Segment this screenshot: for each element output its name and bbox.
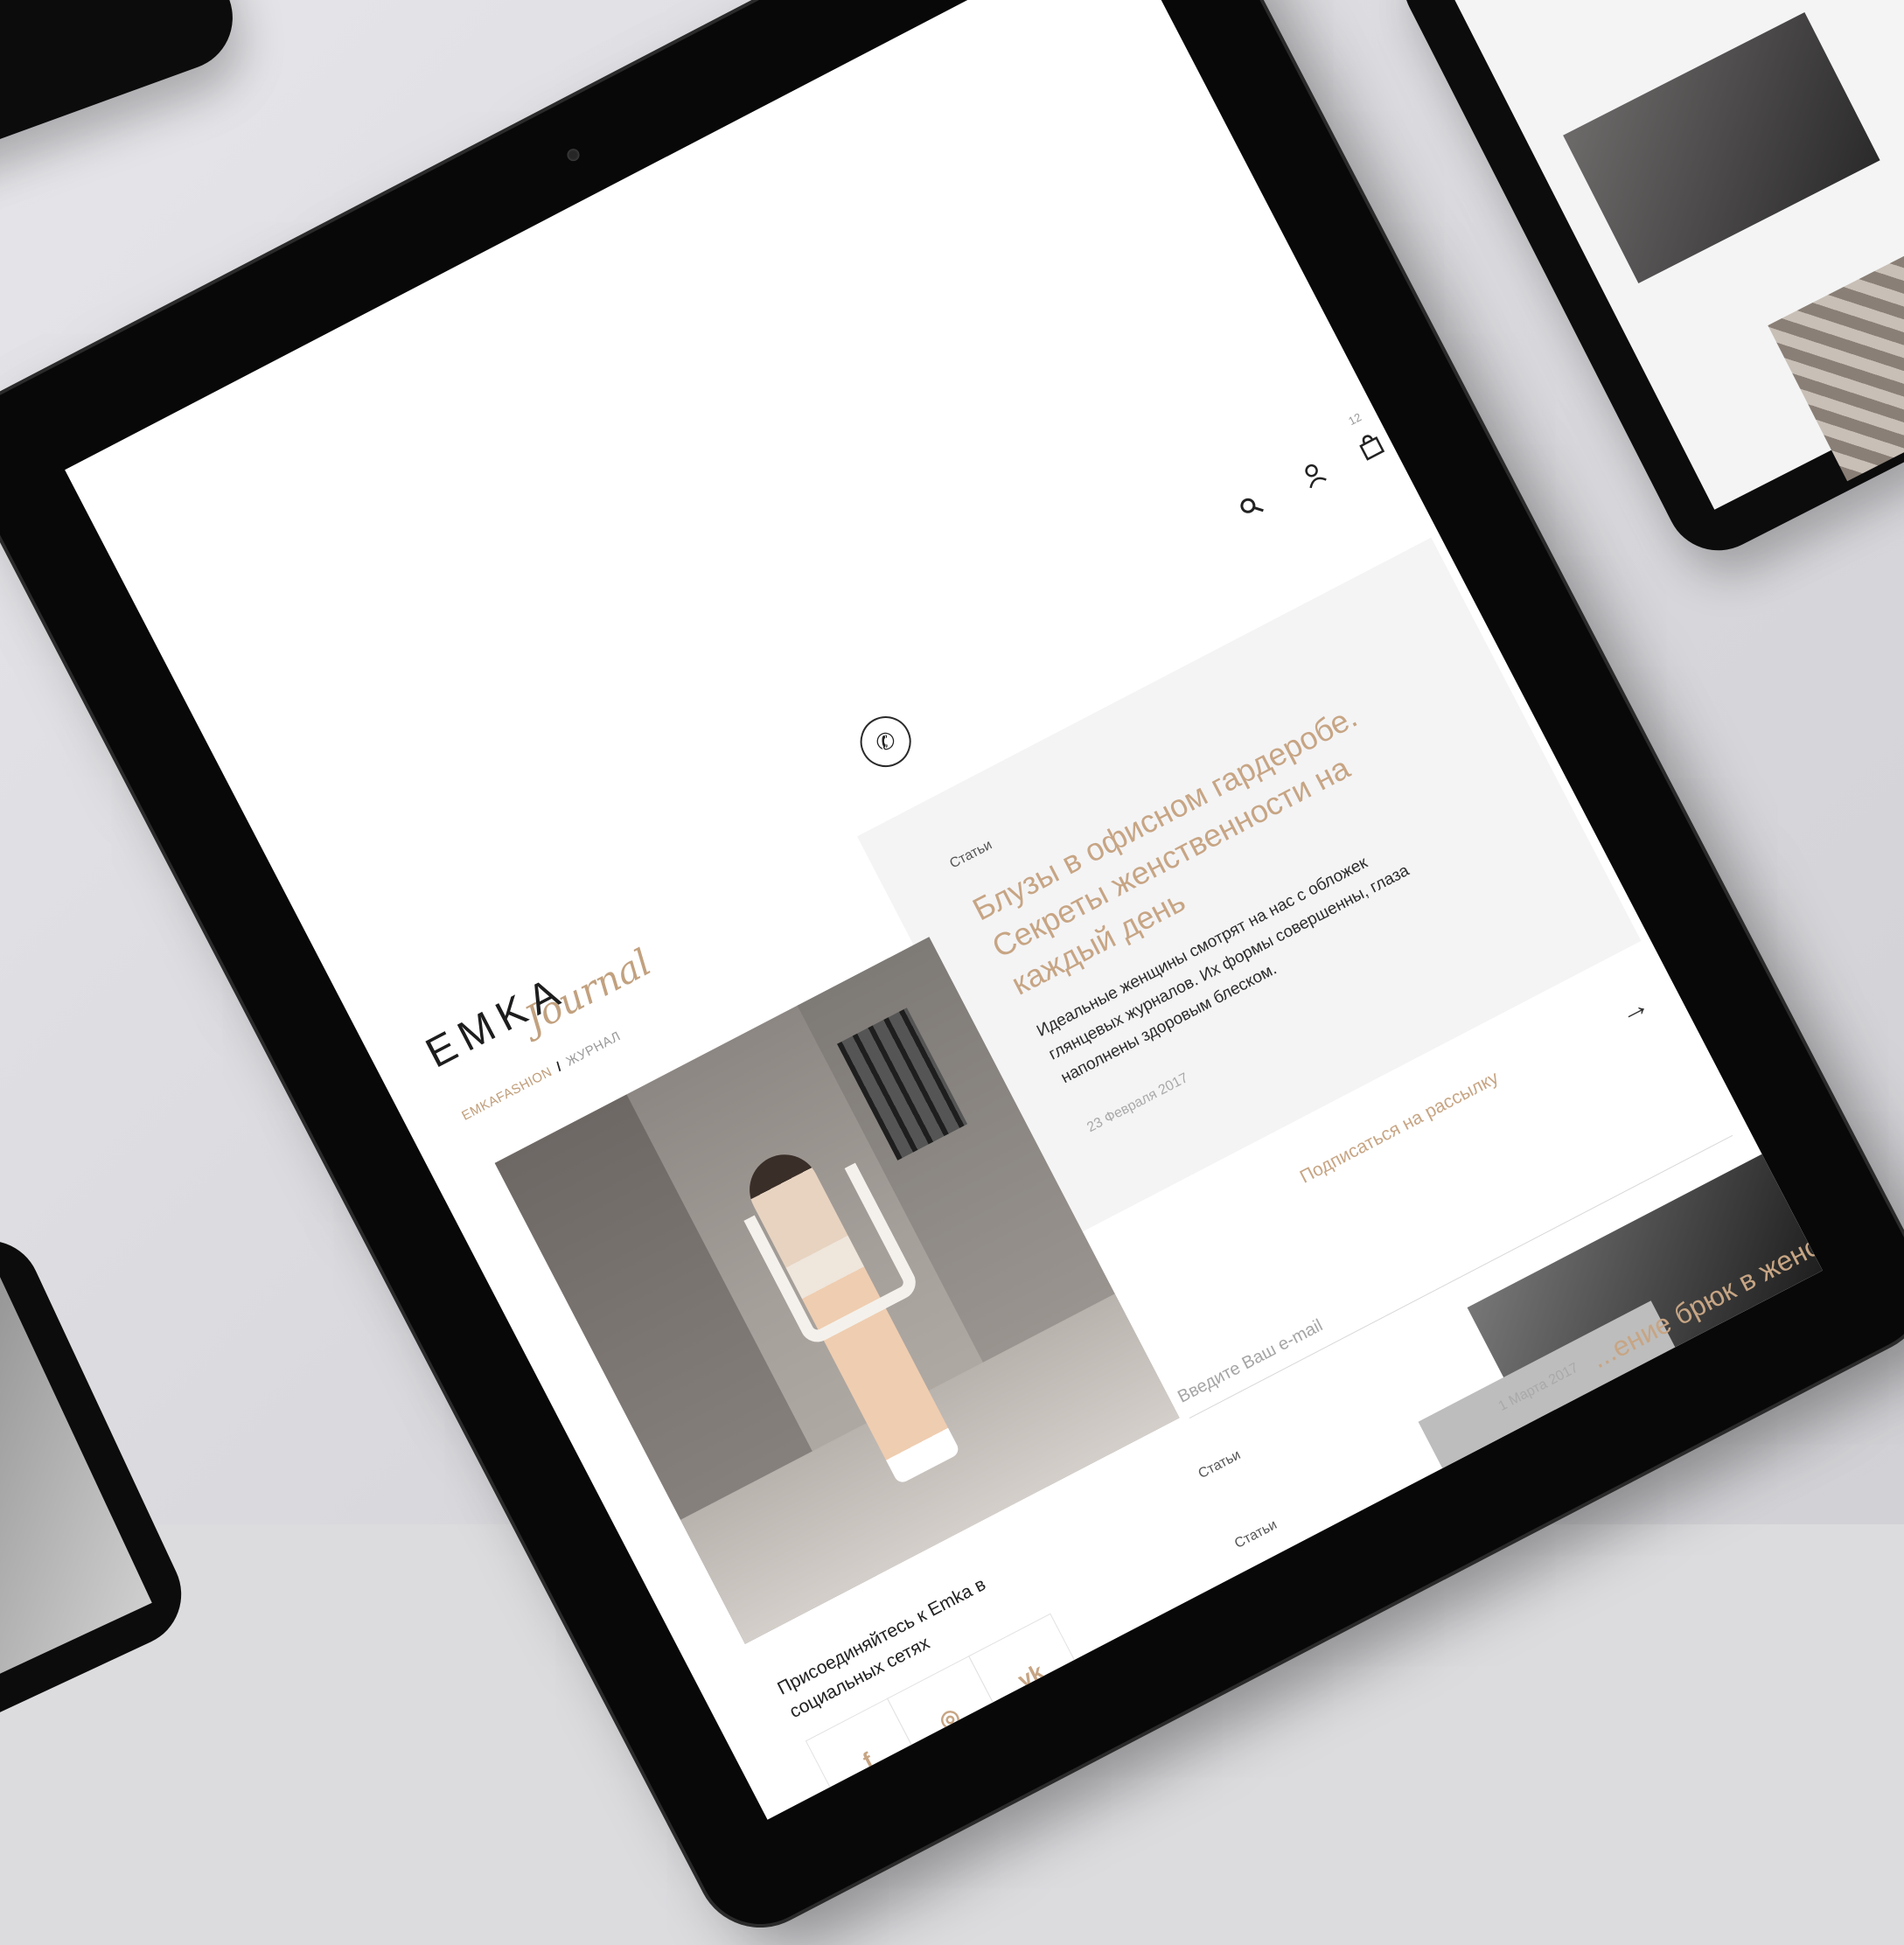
- article-category[interactable]: Статьи: [1232, 1517, 1280, 1552]
- background-photo: [1563, 11, 1880, 284]
- cart-count: 12: [1346, 410, 1364, 429]
- shopping-bag-icon[interactable]: [1353, 429, 1388, 464]
- vk-icon[interactable]: vk: [968, 1613, 1094, 1739]
- breadcrumb-current: ЖУРНАЛ: [563, 1028, 624, 1070]
- background-photo: [1768, 194, 1904, 482]
- phone-button[interactable]: ✆: [851, 707, 920, 777]
- user-icon[interactable]: [1297, 458, 1330, 491]
- article-category[interactable]: Статьи: [1196, 1447, 1243, 1482]
- phone-icon: ✆: [870, 725, 900, 757]
- breadcrumb-separator: /: [554, 1059, 565, 1075]
- menu-icon[interactable]: [1413, 397, 1445, 428]
- search-icon[interactable]: [1235, 491, 1268, 524]
- camera-icon: [565, 146, 582, 164]
- breadcrumb-home[interactable]: EMKAFASHION: [459, 1064, 554, 1124]
- arrow-right-icon[interactable]: →: [1613, 987, 1655, 1031]
